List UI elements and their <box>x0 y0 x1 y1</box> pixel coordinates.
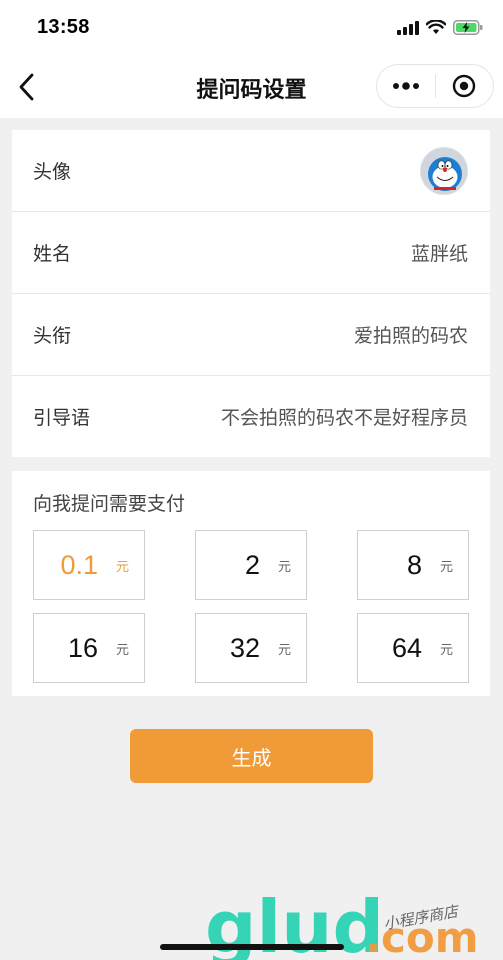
doraemon-avatar-icon <box>421 147 467 194</box>
title-row[interactable]: 头衔 爱拍照的码农 <box>12 294 490 375</box>
more-button[interactable] <box>377 65 435 107</box>
profile-card: 头像 姓名 蓝胖纸 头衔 爱拍照的码农 引导语 不会拍照的码农不是好程序员 <box>12 130 490 457</box>
target-icon <box>453 74 476 98</box>
price-option-value: 32 <box>229 632 260 663</box>
price-option-unit: 元 <box>115 559 129 575</box>
intro-value: 不会拍照的码农不是好程序员 <box>220 407 468 429</box>
battery-charging-icon <box>453 20 483 35</box>
price-option-value: 16 <box>67 632 98 663</box>
nav-bar: 提问码设置 <box>0 58 503 118</box>
signal-icon <box>397 20 419 35</box>
price-option-3[interactable]: 16 元 <box>33 613 145 683</box>
name-label: 姓名 <box>33 243 72 265</box>
price-option-4[interactable]: 32 元 <box>195 613 307 683</box>
status-time: 13:58 <box>37 16 90 38</box>
price-title: 向我提问需要支付 <box>33 493 186 515</box>
price-option-5[interactable]: 64 元 <box>357 613 469 683</box>
price-option-value: 0.1 <box>60 549 98 580</box>
price-option-unit: 元 <box>277 559 291 575</box>
price-option-unit: 元 <box>439 559 453 575</box>
close-miniprogram-button[interactable] <box>435 65 493 107</box>
name-row[interactable]: 姓名 蓝胖纸 <box>12 212 490 293</box>
intro-row[interactable]: 引导语 不会拍照的码农不是好程序员 <box>12 376 490 457</box>
price-card: 向我提问需要支付 0.1 元 2 元 8 元 16 元 32 元 64 元 <box>12 471 490 696</box>
intro-label: 引导语 <box>33 407 91 429</box>
price-option-1[interactable]: 2 元 <box>195 530 307 600</box>
price-option-value: 2 <box>244 549 260 580</box>
home-indicator <box>160 944 344 950</box>
price-option-unit: 元 <box>277 642 291 658</box>
price-option-unit: 元 <box>115 642 129 658</box>
name-value: 蓝胖纸 <box>410 243 468 265</box>
capsule-menu <box>376 64 494 108</box>
price-option-0[interactable]: 0.1 元 <box>33 530 145 600</box>
avatar-label: 头像 <box>33 161 72 183</box>
title-value: 爱拍照的码农 <box>353 325 468 347</box>
price-option-unit: 元 <box>439 642 453 658</box>
status-bar: 13:58 <box>0 0 503 58</box>
title-label: 头衔 <box>33 325 72 347</box>
price-option-value: 8 <box>406 549 422 580</box>
status-icons <box>397 20 483 35</box>
price-option-2[interactable]: 8 元 <box>357 530 469 600</box>
wifi-icon <box>426 20 446 34</box>
more-icon <box>392 82 419 90</box>
generate-button[interactable]: 生成 <box>130 729 373 783</box>
avatar[interactable] <box>420 146 468 195</box>
avatar-row[interactable]: 头像 <box>12 130 490 211</box>
price-option-value: 64 <box>391 632 422 663</box>
